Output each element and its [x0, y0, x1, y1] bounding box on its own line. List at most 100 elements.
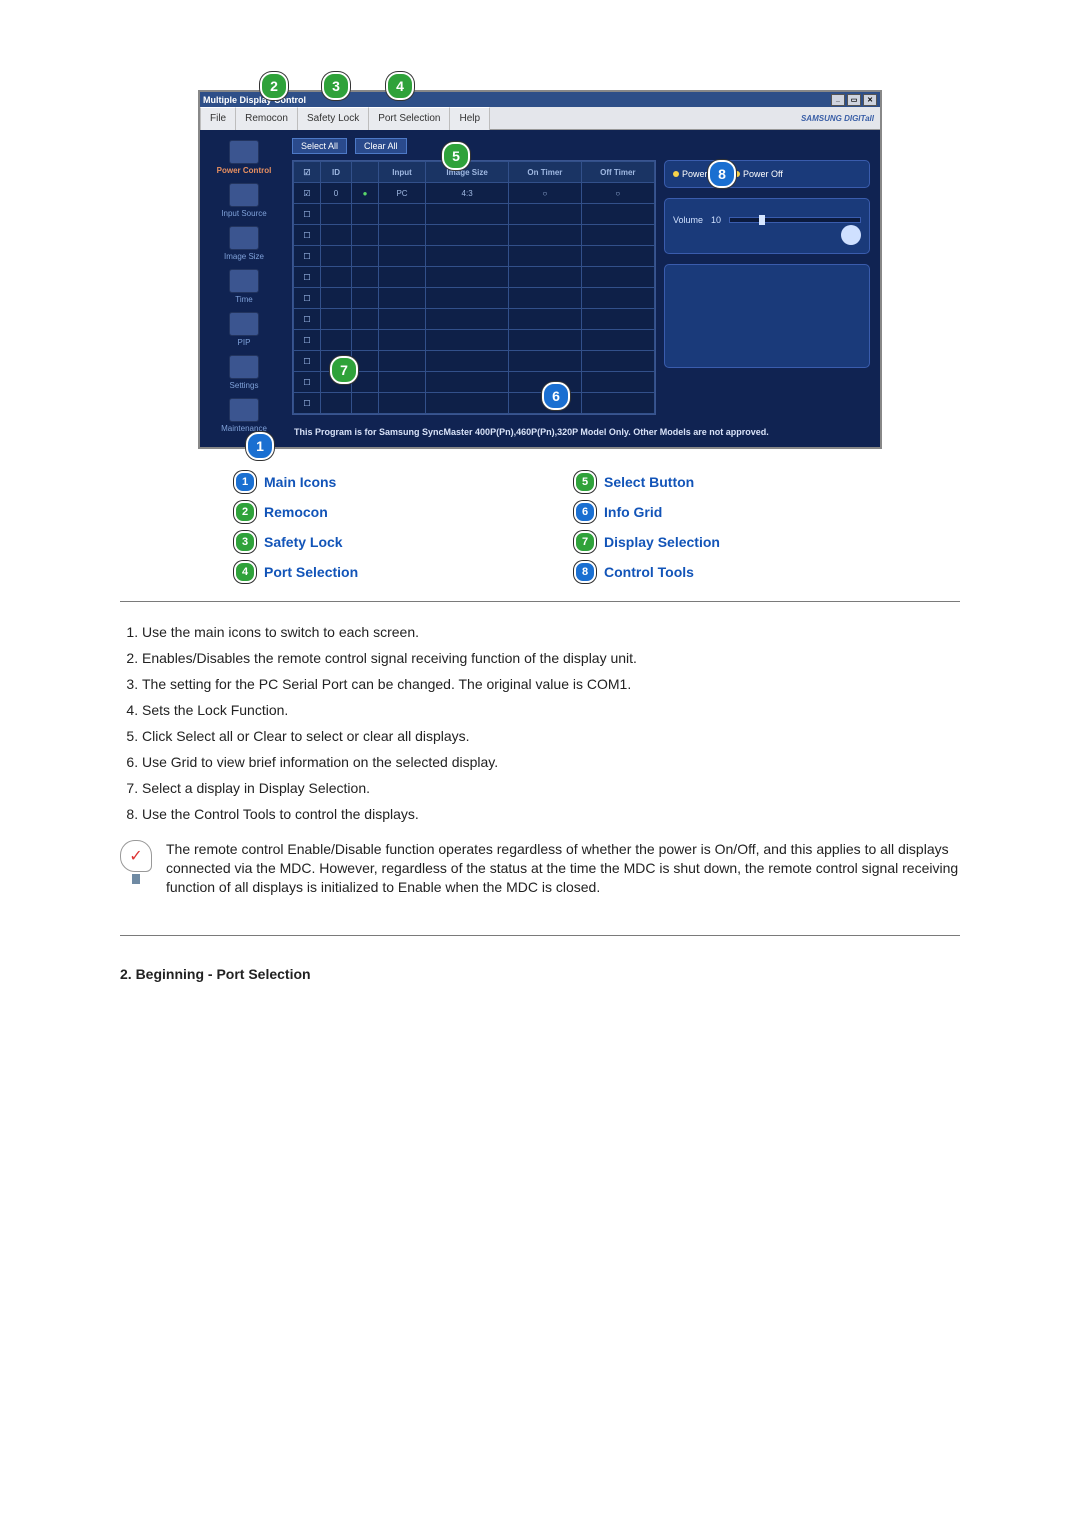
- legend-label: Control Tools: [604, 564, 694, 580]
- sidebar-item-power-control[interactable]: Power Control: [209, 140, 279, 175]
- legend-label: Remocon: [264, 504, 328, 520]
- callout-5: 5: [442, 142, 470, 170]
- check-note-icon: ✓: [120, 840, 152, 884]
- menu-help[interactable]: Help: [450, 107, 490, 130]
- legend-badge: 7: [574, 531, 596, 553]
- col-status: [352, 162, 379, 183]
- row-on-timer: ○: [509, 183, 582, 204]
- legend: 1Main Icons 2 Remocon 3Safety Lock 4 Port …: [200, 471, 880, 583]
- row-checkbox[interactable]: ☑: [294, 183, 321, 204]
- row-input: PC: [379, 183, 426, 204]
- grid-row[interactable]: ☐: [294, 288, 655, 309]
- legend-badge: 4: [234, 561, 256, 583]
- input-source-icon: [229, 183, 259, 207]
- sidebar-item-maintenance[interactable]: Maintenance: [209, 398, 279, 433]
- col-input: Input: [379, 162, 426, 183]
- grid-header-row: ☑ ID Input Image Size On Timer Off Timer: [294, 162, 655, 183]
- callout-2: 2: [260, 72, 288, 100]
- sidebar-item-label: Time: [235, 295, 252, 304]
- legend-label: Display Selection: [604, 534, 720, 550]
- sidebar-item-label: Power Control: [217, 166, 272, 175]
- menu-safety-lock[interactable]: Safety Lock: [298, 107, 369, 130]
- explain-item: Use the Control Tools to control the dis…: [142, 806, 960, 822]
- legend-item-5: 5 Select Button: [574, 471, 880, 493]
- row-status: ●: [352, 183, 379, 204]
- row-id: 0: [321, 183, 352, 204]
- callout-6: 6: [542, 382, 570, 410]
- grid-row[interactable]: ☐: [294, 204, 655, 225]
- volume-label: Volume: [673, 215, 703, 225]
- col-checkbox: ☑: [294, 162, 321, 183]
- grid-row[interactable]: ☑ 0 ● PC 4:3 ○ ○: [294, 183, 655, 204]
- explain-item: Sets the Lock Function.: [142, 702, 960, 718]
- legend-item-3: 3Safety Lock: [234, 531, 540, 553]
- legend-label: Select Button: [604, 474, 694, 490]
- explain-item: Use Grid to view brief information on th…: [142, 754, 960, 770]
- grid-row[interactable]: ☐: [294, 246, 655, 267]
- settings-icon: [229, 355, 259, 379]
- callout-4: 4: [386, 72, 414, 100]
- row-image-size: 4:3: [426, 183, 509, 204]
- sidebar-item-settings[interactable]: Settings: [209, 355, 279, 390]
- explanation-list: Use the main icons to switch to each scr…: [120, 624, 960, 822]
- grid-row[interactable]: ☐: [294, 267, 655, 288]
- divider: [120, 601, 960, 602]
- callout-7: 7: [330, 356, 358, 384]
- power-icon: [229, 140, 259, 164]
- sidebar-item-label: PIP: [238, 338, 251, 347]
- volume-panel: Volume 10: [664, 198, 870, 254]
- menu-file[interactable]: File: [200, 107, 236, 130]
- brand-logo: SAMSUNG DIGITall: [801, 114, 874, 123]
- clear-all-button[interactable]: Clear All: [355, 138, 407, 154]
- sidebar-item-pip[interactable]: PIP: [209, 312, 279, 347]
- power-off-label: Power Off: [743, 169, 783, 179]
- menu-remocon[interactable]: Remocon: [236, 107, 298, 130]
- menubar: File Remocon Safety Lock Port Selection …: [200, 107, 880, 130]
- note: ✓ The remote control Enable/Disable func…: [120, 836, 960, 917]
- menu-port-selection[interactable]: Port Selection: [369, 107, 450, 130]
- row-off-timer: ○: [581, 183, 654, 204]
- col-id: ID: [321, 162, 352, 183]
- note-text: The remote control Enable/Disable functi…: [166, 840, 960, 897]
- legend-badge: 2: [234, 501, 256, 523]
- explain-item: Select a display in Display Selection.: [142, 780, 960, 796]
- app-screenshot: 2 3 4 5 8 7 6 1 Multiple Display Control…: [198, 90, 882, 449]
- sidebar-item-label: Settings: [230, 381, 259, 390]
- power-off-button[interactable]: Power Off: [734, 169, 783, 179]
- grid-row[interactable]: ☐: [294, 330, 655, 351]
- speaker-icon[interactable]: [841, 225, 861, 245]
- grid-row[interactable]: ☐: [294, 393, 655, 414]
- volume-value: 10: [711, 215, 721, 225]
- grid-row[interactable]: ☐: [294, 309, 655, 330]
- minimize-icon[interactable]: _: [831, 94, 845, 106]
- callout-3: 3: [322, 72, 350, 100]
- divider: [120, 935, 960, 936]
- legend-badge: 6: [574, 501, 596, 523]
- legend-item-8: 8Control Tools: [574, 561, 880, 583]
- select-all-button[interactable]: Select All: [292, 138, 347, 154]
- legend-label: Safety Lock: [264, 534, 343, 550]
- explain-item: Use the main icons to switch to each scr…: [142, 624, 960, 640]
- sidebar-item-label: Input Source: [221, 209, 266, 218]
- pip-icon: [229, 312, 259, 336]
- explain-item: The setting for the PC Serial Port can b…: [142, 676, 960, 692]
- sidebar-item-input-source[interactable]: Input Source: [209, 183, 279, 218]
- legend-item-4: 4 Port Selection: [234, 561, 540, 583]
- sidebar-item-time[interactable]: Time: [209, 269, 279, 304]
- footer-message: This Program is for Samsung SyncMaster 4…: [292, 421, 870, 437]
- volume-slider[interactable]: [729, 217, 861, 223]
- legend-badge: 5: [574, 471, 596, 493]
- explain-item: Enables/Disables the remote control sign…: [142, 650, 960, 666]
- close-icon[interactable]: ✕: [863, 94, 877, 106]
- legend-item-1: 1Main Icons: [234, 471, 540, 493]
- grid-row[interactable]: ☐: [294, 225, 655, 246]
- power-panel: Power On Power Off: [664, 160, 870, 188]
- legend-label: Port Selection: [264, 564, 358, 580]
- sidebar: Power Control Input Source Image Size Ti…: [200, 130, 288, 447]
- sidebar-item-image-size[interactable]: Image Size: [209, 226, 279, 261]
- col-off-timer: Off Timer: [581, 162, 654, 183]
- maximize-icon[interactable]: ▭: [847, 94, 861, 106]
- time-icon: [229, 269, 259, 293]
- explain-item: Click Select all or Clear to select or c…: [142, 728, 960, 744]
- section-heading: 2. Beginning - Port Selection: [120, 966, 960, 982]
